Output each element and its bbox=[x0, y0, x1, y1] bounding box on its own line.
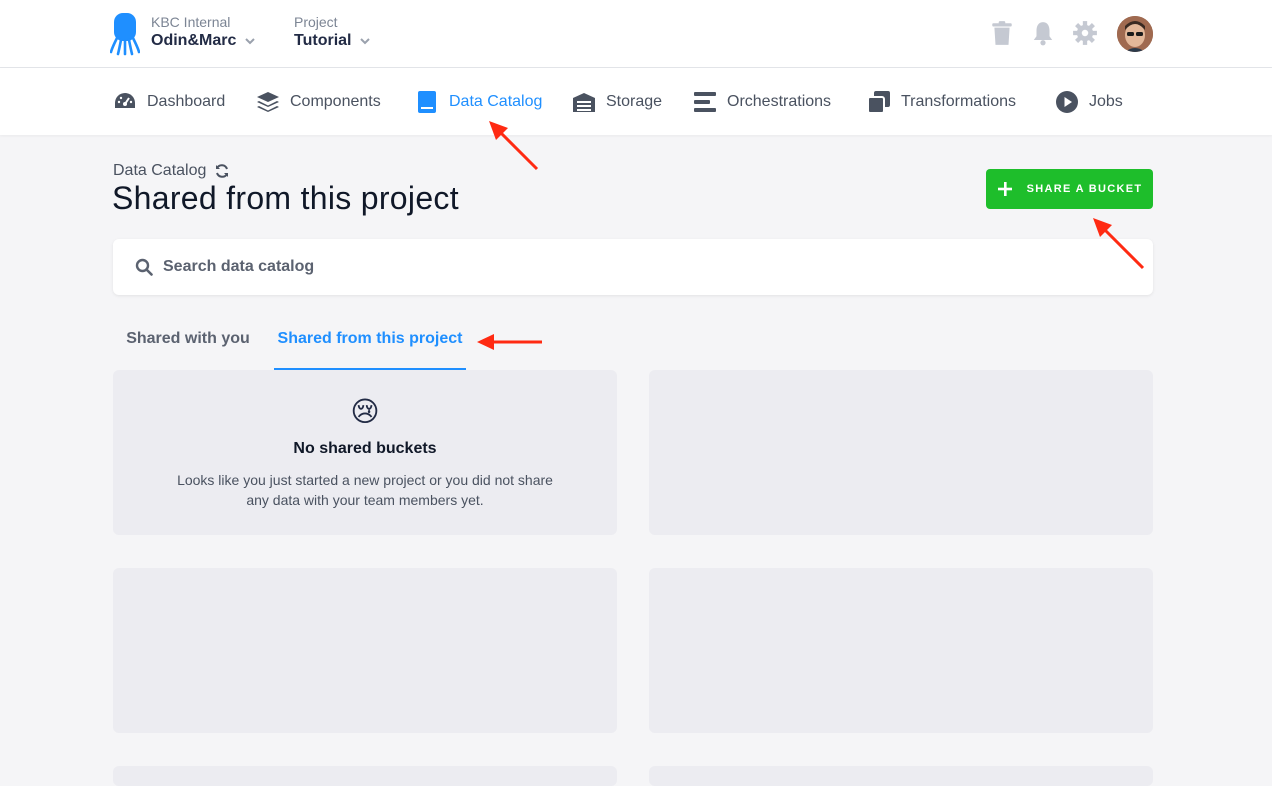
project-name: Tutorial bbox=[294, 32, 352, 49]
nav-item-transformations[interactable]: Transformations bbox=[867, 68, 1016, 135]
nav-item-label: Transformations bbox=[901, 92, 1016, 110]
plus-icon bbox=[997, 182, 1012, 196]
nav-item-data-catalog[interactable]: Data Catalog bbox=[415, 68, 542, 135]
tab-label: Shared with you bbox=[126, 330, 250, 347]
organization-label: KBC Internal bbox=[151, 14, 231, 30]
search-bar bbox=[113, 239, 1153, 295]
share-bucket-button[interactable]: SHARE A BUCKET bbox=[986, 169, 1153, 209]
layers-icon bbox=[257, 91, 279, 112]
search-icon bbox=[135, 258, 153, 276]
dashboard-icon bbox=[115, 92, 135, 108]
project-switcher[interactable]: Project Tutorial bbox=[294, 14, 371, 52]
copy-icon bbox=[867, 90, 890, 114]
bell-icon[interactable] bbox=[1030, 20, 1056, 46]
chevron-down-icon bbox=[245, 38, 256, 45]
tab-label: Shared from this project bbox=[277, 330, 463, 347]
nav-item-label: Data Catalog bbox=[449, 92, 543, 110]
search-input[interactable] bbox=[163, 258, 1063, 276]
nav-item-dashboard[interactable]: Dashboard bbox=[113, 68, 225, 135]
chevron-down-icon bbox=[360, 38, 371, 45]
page-title: Shared from this project bbox=[112, 180, 459, 216]
nav-item-jobs[interactable]: Jobs bbox=[1055, 68, 1123, 135]
empty-state-card: 😢 No shared buckets Looks like you just … bbox=[113, 370, 617, 535]
gear-icon[interactable] bbox=[1072, 20, 1098, 46]
nav-item-label: Storage bbox=[606, 92, 663, 110]
tab-shared-with-you[interactable]: Shared with you bbox=[113, 318, 263, 370]
placeholder-card bbox=[649, 370, 1153, 535]
nav-item-components[interactable]: Components bbox=[256, 68, 381, 135]
nav-item-storage[interactable]: Storage bbox=[572, 68, 662, 135]
nav-item-label: Dashboard bbox=[147, 92, 226, 110]
main-navigation: Dashboard Components Data Catalog Storag… bbox=[0, 68, 1272, 135]
project-label: Project bbox=[294, 14, 338, 30]
placeholder-card bbox=[113, 766, 617, 786]
nav-item-label: Components bbox=[290, 92, 381, 110]
play-icon bbox=[1056, 90, 1078, 113]
organization-switcher[interactable]: KBC Internal Odin&Marc bbox=[151, 14, 256, 52]
tab-shared-from-this-project[interactable]: Shared from this project bbox=[274, 318, 466, 370]
refresh-icon[interactable] bbox=[214, 163, 230, 179]
book-icon bbox=[418, 90, 436, 113]
bars-icon bbox=[694, 91, 716, 112]
top-bar: KBC Internal Odin&Marc Project Tutorial bbox=[0, 0, 1272, 68]
empty-state-title: No shared buckets bbox=[293, 440, 437, 457]
nav-item-label: Jobs bbox=[1089, 92, 1123, 110]
placeholder-card bbox=[649, 766, 1153, 786]
crying-face-icon: 😢 bbox=[350, 396, 380, 427]
placeholder-card bbox=[113, 568, 617, 733]
trash-icon[interactable] bbox=[989, 20, 1015, 46]
annotation-arrow bbox=[477, 334, 542, 350]
nav-item-orchestrations[interactable]: Orchestrations bbox=[693, 68, 831, 135]
breadcrumb-label: Data Catalog bbox=[113, 162, 207, 179]
empty-state-text: Looks like you just started a new projec… bbox=[177, 472, 553, 508]
warehouse-icon bbox=[573, 92, 595, 112]
placeholder-card bbox=[649, 568, 1153, 733]
nav-item-label: Orchestrations bbox=[727, 92, 832, 110]
organization-name: Odin&Marc bbox=[151, 32, 237, 49]
breadcrumb: Data Catalog bbox=[113, 162, 230, 180]
avatar[interactable] bbox=[1117, 16, 1153, 52]
logo-icon[interactable] bbox=[110, 12, 140, 56]
share-bucket-label: SHARE A BUCKET bbox=[1026, 183, 1143, 195]
